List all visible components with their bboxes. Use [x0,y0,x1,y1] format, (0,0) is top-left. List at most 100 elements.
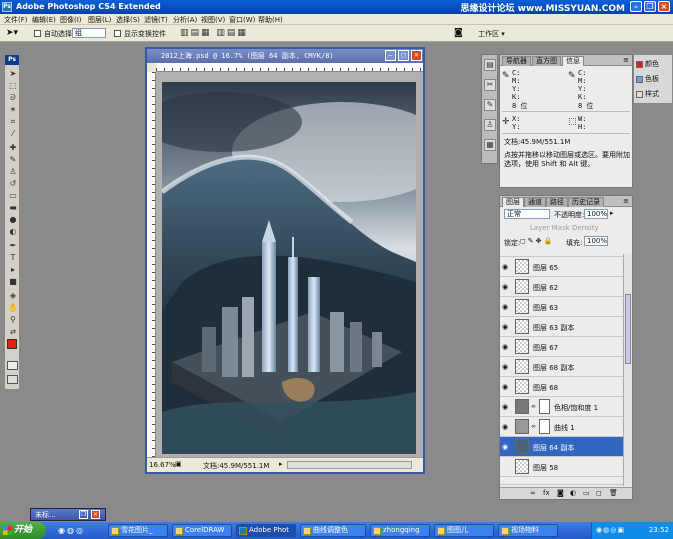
artwork-canvas[interactable] [162,82,416,454]
menu-window[interactable]: 窗口(W) [229,15,255,25]
hand-tool-icon[interactable]: ✋ [8,303,18,312]
layer-row-partial[interactable] [500,477,624,485]
marquee-tool-icon[interactable]: ⬚ [8,81,18,90]
close-icon[interactable]: × [658,1,670,12]
panel-menu-icon[interactable]: ≡ [623,56,629,64]
crop-tool-icon[interactable]: ⌗ [8,117,18,126]
actions-panel-icon[interactable]: ✂ [484,79,496,91]
minimize-icon[interactable]: – [630,1,642,12]
layer-row[interactable]: ◉ 图层 68 副本 [500,357,624,377]
move-tool-icon[interactable]: ➤ [8,69,18,78]
minimized-document-window[interactable]: 未标... ❐ × [30,508,106,521]
gradient-tool-icon[interactable]: ▬ [8,203,18,212]
tab-paths[interactable]: 路径 [546,197,568,207]
notes-panel-icon[interactable]: ▦ [484,139,496,151]
status-menu-icon[interactable]: ▣ [175,460,182,468]
restore-icon[interactable]: ❐ [644,1,656,12]
layers-scrollbar-thumb[interactable] [625,294,631,364]
pen-tool-icon[interactable]: ✒ [8,241,18,250]
layer-row[interactable]: ◉ 图层 63 [500,297,624,317]
menu-image[interactable]: 图像(I) [60,15,82,25]
canvas-area[interactable] [156,72,423,457]
workspace-button[interactable]: 工作区 ▾ [478,29,505,39]
doc-close-icon[interactable]: × [411,50,422,61]
foreground-color-swatch[interactable] [7,339,17,349]
vertical-ruler[interactable] [147,72,156,457]
eraser-tool-icon[interactable]: ▭ [8,191,18,200]
minwin-close-icon[interactable]: × [91,510,100,519]
clone-stamp-tool-icon[interactable]: ♙ [8,167,18,176]
menu-file[interactable]: 文件(F) [4,15,28,25]
taskbar-button-active[interactable]: Adobe Phot [236,524,296,537]
taskbar-button[interactable]: zhongqing [370,524,430,537]
document-window[interactable]: 2012上海.psd @ 16.7% (图层 64 副本, CMYK/8) – … [145,47,425,474]
styles-panel-button[interactable]: 样式 [636,89,659,99]
adjustment-icon[interactable]: ◐ [570,489,576,497]
layer-row[interactable]: ◉ 图层 65 [500,257,624,277]
doc-minimize-icon[interactable]: – [385,50,396,61]
visibility-eye-icon[interactable]: ◉ [502,263,508,271]
layer-row[interactable]: ◉ 图层 68 [500,377,624,397]
healing-brush-tool-icon[interactable]: ✚ [8,143,18,152]
opacity-input[interactable]: 100% [584,209,608,219]
zoom-level[interactable]: 16.67% [149,461,176,469]
taskbar-button[interactable]: 曲线调整色 [300,524,366,537]
lasso-tool-icon[interactable]: ᘐ [8,93,18,102]
tab-layers[interactable]: 图层 [502,197,524,207]
tool-presets-panel-icon[interactable]: ✎ [484,99,496,111]
doc-size-readout[interactable]: 文档:45.9M/551.1M [203,461,269,471]
camera-icon[interactable]: ◙ [454,28,463,38]
menu-analysis[interactable]: 分析(A) [173,15,197,25]
history-brush-tool-icon[interactable]: ↺ [8,179,18,188]
visibility-eye-icon[interactable]: ◉ [502,443,508,451]
horizontal-scrollbar[interactable] [287,461,412,469]
dodge-tool-icon[interactable]: ◐ [8,227,18,236]
zoom-tool-icon[interactable]: ⚲ [8,315,18,324]
layer-row[interactable]: ◉ 图层 62 [500,277,624,297]
3d-rotate-tool-icon[interactable]: ◈ [8,291,18,300]
lock-options-icons[interactable]: ◻✎✥🔒 [520,237,554,245]
color-panel-button[interactable]: 颜色 [636,59,659,69]
align-buttons-icon[interactable]: ▥▤▦ ▥▤▦ [180,28,248,38]
tab-channels[interactable]: 通道 [524,197,546,207]
trash-icon[interactable]: 🗑 [609,489,618,497]
menu-edit[interactable]: 编辑(E) [32,15,56,25]
taskbar-button[interactable]: 视场物料 [498,524,558,537]
menu-layer[interactable]: 图层(L) [88,15,111,25]
show-transform-checkbox[interactable] [114,29,121,38]
start-button[interactable]: 开始 [0,522,46,539]
visibility-eye-icon[interactable]: ◉ [502,323,508,331]
blur-tool-icon[interactable]: ● [8,215,18,224]
menu-view[interactable]: 视图(V) [201,15,225,25]
shape-tool-icon[interactable]: ■ [8,277,18,286]
layer-row[interactable]: ◉ 图层 63 副本 [500,317,624,337]
taskbar-button[interactable]: CorelDRAW [172,524,232,537]
document-title-bar[interactable]: 2012上海.psd @ 16.7% (图层 64 副本, CMYK/8) – … [147,49,423,63]
mask-icon[interactable]: ◙ [557,489,564,497]
new-layer-icon[interactable]: ◻ [596,489,602,497]
opacity-slider-arrow-icon[interactable]: ▸ [610,209,614,217]
horizontal-ruler[interactable] [156,63,423,72]
layer-row-selected[interactable]: ◉ 图层 64 副本 [500,437,624,457]
blend-mode-dropdown[interactable]: 正常 [504,209,550,219]
visibility-eye-icon[interactable]: ◉ [502,363,508,371]
taskbar-button[interactable]: 图图儿 [434,524,494,537]
magic-wand-tool-icon[interactable]: ✶ [8,105,18,114]
tab-navigator[interactable]: 导航器 [502,56,531,66]
screen-mode-icon[interactable] [7,375,18,384]
quick-launch-icons[interactable]: ◉◍◎ [58,526,85,535]
layer-row[interactable]: ◉ 图层 67 [500,337,624,357]
clock[interactable]: 23:52 [649,526,669,534]
visibility-eye-icon[interactable]: ◉ [502,283,508,291]
fx-icon[interactable]: fx [543,489,550,497]
history-panel-icon[interactable]: ▤ [484,59,496,71]
layers-menu-icon[interactable]: ≡ [623,197,629,205]
eyedropper-tool-icon[interactable]: ⁄ [8,129,18,138]
visibility-eye-icon[interactable]: ◉ [502,303,508,311]
layers-scrollbar[interactable] [623,254,632,486]
tray-icons[interactable]: ◉◍◎▣ [596,522,625,539]
quick-mask-icon[interactable] [7,361,18,370]
swatches-panel-button[interactable]: 色板 [636,74,659,84]
visibility-eye-icon[interactable]: ◉ [502,383,508,391]
visibility-eye-icon[interactable]: ◉ [502,463,508,471]
